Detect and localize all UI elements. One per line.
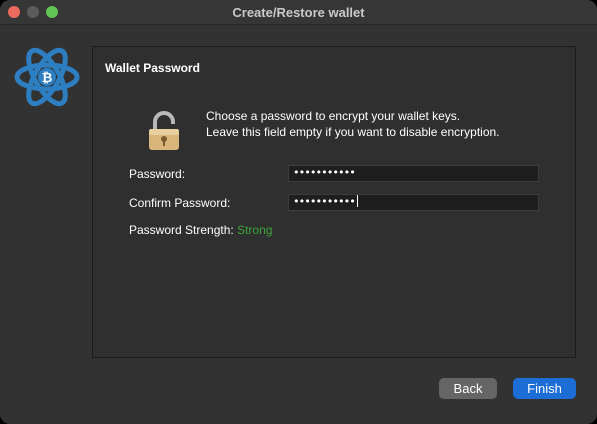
svg-text:₿: ₿ <box>42 71 53 86</box>
back-button[interactable]: Back <box>439 378 497 399</box>
encryption-message-line2: Leave this field empty if you want to di… <box>206 125 500 139</box>
password-strength-label: Password Strength: <box>129 223 234 237</box>
confirm-password-label: Confirm Password: <box>129 196 231 210</box>
title-bar: Create/Restore wallet <box>0 0 597 25</box>
confirm-password-field[interactable]: ••••••••••• <box>288 194 539 211</box>
electrum-bitcoin-atom-icon: ₿ <box>14 47 80 107</box>
create-restore-wallet-window: Create/Restore wallet ₿ Wallet Password … <box>0 0 597 424</box>
panel-title: Wallet Password <box>105 61 200 75</box>
password-strength: Password Strength: Strong <box>129 223 272 237</box>
password-strength-value: Strong <box>237 223 273 237</box>
text-cursor <box>356 195 358 207</box>
window-title: Create/Restore wallet <box>232 5 365 20</box>
padlock-unlocked-icon <box>149 111 179 150</box>
finish-button[interactable]: Finish <box>513 378 576 399</box>
password-field-value: ••••••••••• <box>293 166 356 179</box>
confirm-password-field-value: ••••••••••• <box>293 195 356 208</box>
encryption-message-line1: Choose a password to encrypt your wallet… <box>206 109 461 123</box>
password-field[interactable]: ••••••••••• <box>288 165 539 182</box>
wallet-password-panel: Wallet Password Choose a password to enc… <box>92 46 576 358</box>
password-label: Password: <box>129 167 186 181</box>
